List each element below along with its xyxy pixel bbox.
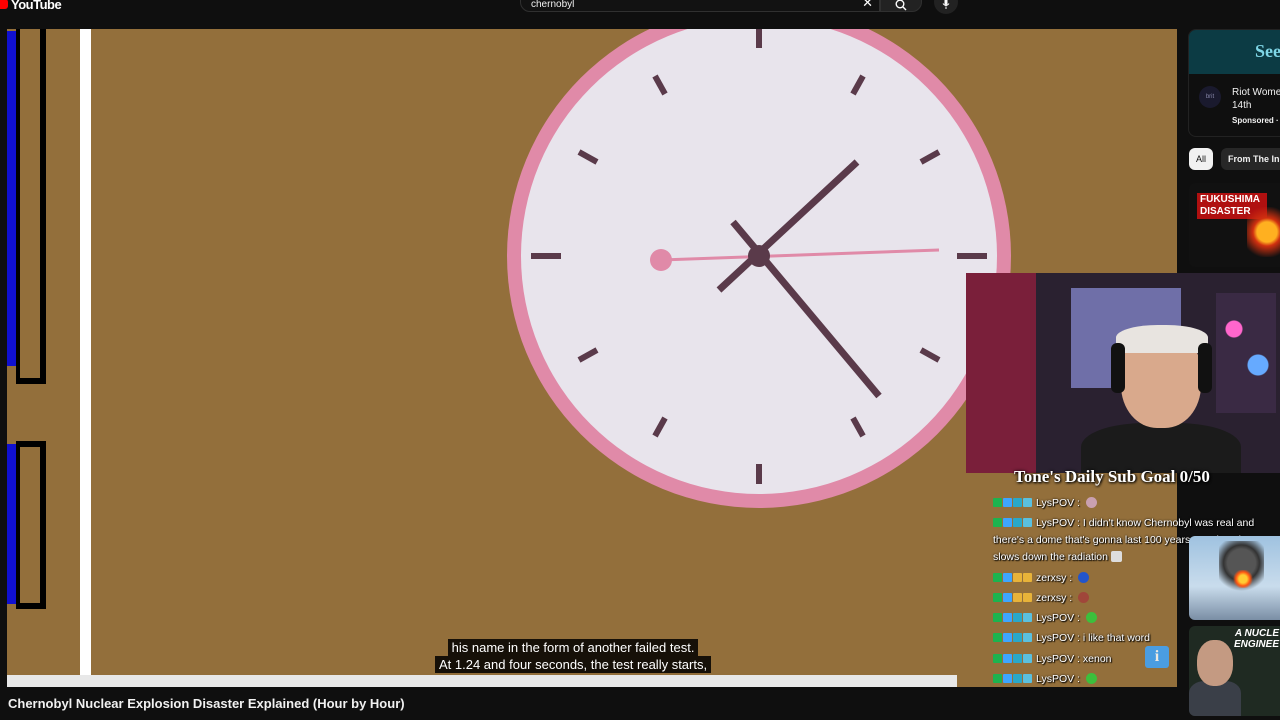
emote-icon	[1110, 551, 1122, 563]
top-bar: YouTube chernobyl ✕	[0, 0, 1280, 14]
video-progress-bar[interactable]	[7, 675, 957, 687]
chat-badges	[993, 653, 1032, 663]
webcam-lights	[1216, 293, 1276, 413]
emote-icon	[1085, 673, 1097, 685]
scene-blue-bar	[7, 31, 16, 366]
recommended-video-thumbnail[interactable]: A NUCLE ENGINEE	[1189, 626, 1280, 716]
headphones-icon	[1111, 343, 1125, 393]
thumbnail-graphic	[1247, 207, 1280, 257]
ad-banner: See	[1189, 30, 1280, 74]
thumbnail-graphic	[1233, 570, 1253, 588]
chat-user: LysPOV	[1036, 612, 1075, 625]
streamer-webcam	[966, 273, 1280, 473]
chat-user: LysPOV	[1036, 673, 1075, 686]
ad-brand-logo: brit	[1199, 86, 1221, 108]
sub-goal-text: Tone's Daily Sub Goal 0/50	[1014, 467, 1210, 486]
webcam-person-cap	[1116, 325, 1208, 353]
ad-title: Riot Wome 14th	[1232, 86, 1280, 112]
recommended-video-thumbnail[interactable]	[1189, 536, 1280, 620]
chat-text: xenon	[1082, 652, 1112, 665]
scene-blue-bar-lower	[7, 444, 16, 604]
ad-title-line: 14th	[1232, 100, 1252, 111]
emote-icon	[1085, 497, 1097, 508]
caption-line: At 1.24 and four seconds, the test reall…	[435, 656, 712, 673]
chat-user: LysPOV	[1036, 632, 1075, 645]
emote-icon	[1078, 591, 1090, 603]
chat-badges	[993, 592, 1032, 602]
chat-text: i like that word	[1082, 632, 1151, 645]
chat-message: LysPOV :	[993, 495, 1263, 512]
search-button[interactable]	[880, 0, 922, 12]
recommended-video-thumbnail[interactable]: FUKUSHIMA DISASTER	[1189, 183, 1280, 267]
thumbnail-person-face	[1197, 640, 1233, 686]
chat-user: LysPOV	[1036, 497, 1075, 509]
video-title: Chernobyl Nuclear Explosion Disaster Exp…	[8, 696, 405, 711]
emote-icon	[1085, 612, 1097, 624]
webcam-curtain	[966, 273, 1036, 473]
ad-sponsored-label: Sponsored ·	[1232, 116, 1279, 125]
chat-badges	[993, 498, 1032, 507]
clock-illustration	[507, 29, 1011, 508]
chat-badges	[993, 572, 1032, 582]
search-input[interactable]: chernobyl ✕	[520, 0, 880, 12]
logo-text: YouTube	[11, 0, 62, 12]
subtitle-caption: his name in the form of another failed t…	[435, 639, 712, 673]
sponsored-ad-card[interactable]: See brit Riot Wome 14th Sponsored ·	[1188, 29, 1280, 137]
chat-user: LysPOV	[1036, 652, 1075, 665]
thumbnail-title: A NUCLE ENGINEE	[1233, 628, 1279, 650]
chip-from-the-in[interactable]: From The In	[1221, 148, 1280, 170]
chat-badges	[993, 518, 1032, 528]
caption-line: his name in the form of another failed t…	[447, 639, 699, 656]
thumbnail-person-body	[1189, 681, 1241, 716]
chat-user: zerxsy	[1036, 591, 1067, 604]
voice-search-button[interactable]	[934, 0, 958, 14]
chat-badges	[993, 674, 1032, 684]
heart-emote-icon	[1078, 571, 1090, 583]
chat-badges	[993, 613, 1032, 623]
info-icon[interactable]: i	[1145, 646, 1169, 668]
chat-badges	[993, 633, 1032, 643]
search-icon	[895, 0, 907, 11]
youtube-logo[interactable]: YouTube	[0, 0, 62, 12]
headphones-icon	[1198, 343, 1212, 393]
ad-title-line: Riot Wome	[1232, 87, 1280, 98]
search-value: chernobyl	[531, 0, 575, 10]
scene-white-pole	[80, 29, 91, 687]
youtube-logo-icon	[0, 0, 8, 9]
chat-user: zerxsy	[1036, 571, 1067, 584]
scene-black-frame-lower	[16, 441, 46, 609]
scene-black-frame	[16, 29, 46, 384]
microphone-icon	[942, 0, 950, 9]
chip-all[interactable]: All	[1189, 148, 1214, 170]
close-icon[interactable]: ✕	[862, 0, 873, 11]
ad-banner-text: See	[1255, 41, 1280, 61]
webcam-person-body	[1081, 423, 1241, 473]
chat-user: LysPOV	[1036, 517, 1075, 530]
